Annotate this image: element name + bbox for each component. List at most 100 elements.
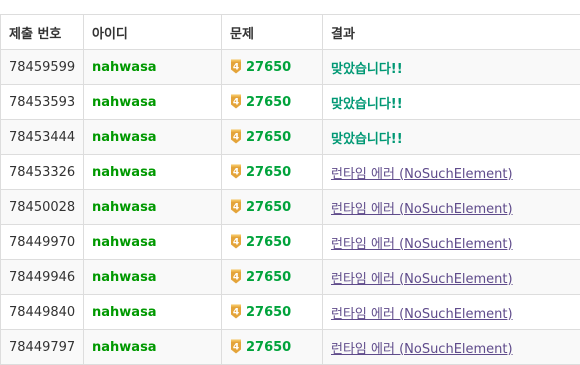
submission-id: 78453593 — [9, 95, 75, 110]
result-cell: 맞았습니다!! — [323, 120, 580, 155]
submission-id: 78449840 — [9, 305, 75, 320]
table-row: 78449970 nahwasa 4 27650 런타임 에러 (NoSuchEleme… — [1, 225, 580, 260]
table-row: 78450028 nahwasa 4 27650 런타임 에러 (NoSuchEleme… — [1, 190, 580, 225]
table-row: 78449946 nahwasa 4 27650 런타임 에러 (NoSuchEleme… — [1, 260, 580, 295]
result-text: 맞았습니다!! — [331, 62, 403, 77]
table-row: 78449840 nahwasa 4 27650 런타임 에러 (NoSuchEleme… — [1, 295, 580, 330]
tier-number: 4 — [233, 308, 239, 318]
table-row: 78453326 nahwasa 4 27650 런타임 에러 (NoSuchEleme… — [1, 155, 580, 190]
tier-number: 4 — [233, 343, 239, 353]
table-body: 78459599 nahwasa 4 27650 맞았습니다!! 78453593 nahw… — [1, 50, 580, 365]
result-text[interactable]: 런타임 에러 (NoSuchElement) — [331, 307, 513, 322]
tier-number: 4 — [233, 238, 239, 248]
problem-cell: 4 27650 — [222, 260, 323, 295]
submission-id-cell: 78453444 — [1, 120, 84, 155]
user-id-cell: nahwasa — [84, 85, 222, 120]
result-cell: 맞았습니다!! — [323, 50, 580, 85]
user-id-link[interactable]: nahwasa — [92, 305, 157, 320]
tier-number: 4 — [233, 273, 239, 283]
header-submission-id: 제출 번호 — [1, 15, 84, 50]
problem-cell: 4 27650 — [222, 295, 323, 330]
submission-id: 78449970 — [9, 235, 75, 250]
user-id-cell: nahwasa — [84, 155, 222, 190]
submission-id-cell: 78453593 — [1, 85, 84, 120]
result-cell: 런타임 에러 (NoSuchElement) — [323, 295, 580, 330]
user-id-cell: nahwasa — [84, 295, 222, 330]
problem-cell: 4 27650 — [222, 330, 323, 365]
tier-number: 4 — [233, 63, 239, 73]
tier-number: 4 — [233, 203, 239, 213]
result-text[interactable]: 런타임 에러 (NoSuchElement) — [331, 342, 513, 357]
problem-cell: 4 27650 — [222, 50, 323, 85]
status-table-container: 제출 번호 아이디 문제 결과 78459599 nahwasa 4 27650 맞았습… — [0, 14, 580, 365]
submission-id: 78453326 — [9, 165, 75, 180]
user-id-link[interactable]: nahwasa — [92, 60, 157, 75]
result-cell: 런타임 에러 (NoSuchElement) — [323, 155, 580, 190]
user-id-link[interactable]: nahwasa — [92, 270, 157, 285]
header-result: 결과 — [323, 15, 580, 50]
table-row: 78453593 nahwasa 4 27650 맞았습니다!! — [1, 85, 580, 120]
user-id-cell: nahwasa — [84, 330, 222, 365]
submission-id-cell: 78449946 — [1, 260, 84, 295]
gold-tier-badge-icon: 4 — [230, 94, 242, 109]
result-cell: 런타임 에러 (NoSuchElement) — [323, 190, 580, 225]
problem-link[interactable]: 27650 — [246, 235, 291, 250]
problem-link[interactable]: 27650 — [246, 60, 291, 75]
result-text: 맞았습니다!! — [331, 132, 403, 147]
gold-tier-badge-icon: 4 — [230, 234, 242, 249]
problem-link[interactable]: 27650 — [246, 200, 291, 215]
submission-id-cell: 78449797 — [1, 330, 84, 365]
result-cell: 런타임 에러 (NoSuchElement) — [323, 260, 580, 295]
result-cell: 맞았습니다!! — [323, 85, 580, 120]
problem-link[interactable]: 27650 — [246, 95, 291, 110]
user-id-link[interactable]: nahwasa — [92, 165, 157, 180]
problem-link[interactable]: 27650 — [246, 305, 291, 320]
user-id-link[interactable]: nahwasa — [92, 340, 157, 355]
gold-tier-badge-icon: 4 — [230, 129, 242, 144]
result-cell: 런타임 에러 (NoSuchElement) — [323, 225, 580, 260]
user-id-cell: nahwasa — [84, 260, 222, 295]
tier-number: 4 — [233, 98, 239, 108]
user-id-link[interactable]: nahwasa — [92, 235, 157, 250]
gold-tier-badge-icon: 4 — [230, 304, 242, 319]
result-text[interactable]: 런타임 에러 (NoSuchElement) — [331, 272, 513, 287]
user-id-link[interactable]: nahwasa — [92, 130, 157, 145]
submission-id-cell: 78450028 — [1, 190, 84, 225]
problem-cell: 4 27650 — [222, 225, 323, 260]
submission-id-cell: 78459599 — [1, 50, 84, 85]
submission-id: 78453444 — [9, 130, 75, 145]
result-text[interactable]: 런타임 에러 (NoSuchElement) — [331, 237, 513, 252]
tier-number: 4 — [233, 168, 239, 178]
header-user-id: 아이디 — [84, 15, 222, 50]
result-text[interactable]: 런타임 에러 (NoSuchElement) — [331, 167, 513, 182]
problem-link[interactable]: 27650 — [246, 340, 291, 355]
result-text: 맞았습니다!! — [331, 97, 403, 112]
user-id-cell: nahwasa — [84, 190, 222, 225]
submission-id: 78459599 — [9, 60, 75, 75]
problem-cell: 4 27650 — [222, 85, 323, 120]
submission-id: 78450028 — [9, 200, 75, 215]
submission-id: 78449946 — [9, 270, 75, 285]
user-id-cell: nahwasa — [84, 120, 222, 155]
result-cell: 런타임 에러 (NoSuchElement) — [323, 330, 580, 365]
table-row: 78459599 nahwasa 4 27650 맞았습니다!! — [1, 50, 580, 85]
user-id-link[interactable]: nahwasa — [92, 95, 157, 110]
user-id-cell: nahwasa — [84, 50, 222, 85]
problem-cell: 4 27650 — [222, 120, 323, 155]
header-problem: 문제 — [222, 15, 323, 50]
problem-link[interactable]: 27650 — [246, 130, 291, 145]
submission-id-cell: 78449840 — [1, 295, 84, 330]
table-row: 78449797 nahwasa 4 27650 런타임 에러 (NoSuchEleme… — [1, 330, 580, 365]
submission-id-cell: 78453326 — [1, 155, 84, 190]
submission-id: 78449797 — [9, 340, 75, 355]
submission-id-cell: 78449970 — [1, 225, 84, 260]
user-id-link[interactable]: nahwasa — [92, 200, 157, 215]
gold-tier-badge-icon: 4 — [230, 269, 242, 284]
table-row: 78453444 nahwasa 4 27650 맞았습니다!! — [1, 120, 580, 155]
result-text[interactable]: 런타임 에러 (NoSuchElement) — [331, 202, 513, 217]
table-header-row: 제출 번호 아이디 문제 결과 — [1, 15, 580, 50]
user-id-cell: nahwasa — [84, 225, 222, 260]
problem-link[interactable]: 27650 — [246, 270, 291, 285]
gold-tier-badge-icon: 4 — [230, 339, 242, 354]
problem-link[interactable]: 27650 — [246, 165, 291, 180]
